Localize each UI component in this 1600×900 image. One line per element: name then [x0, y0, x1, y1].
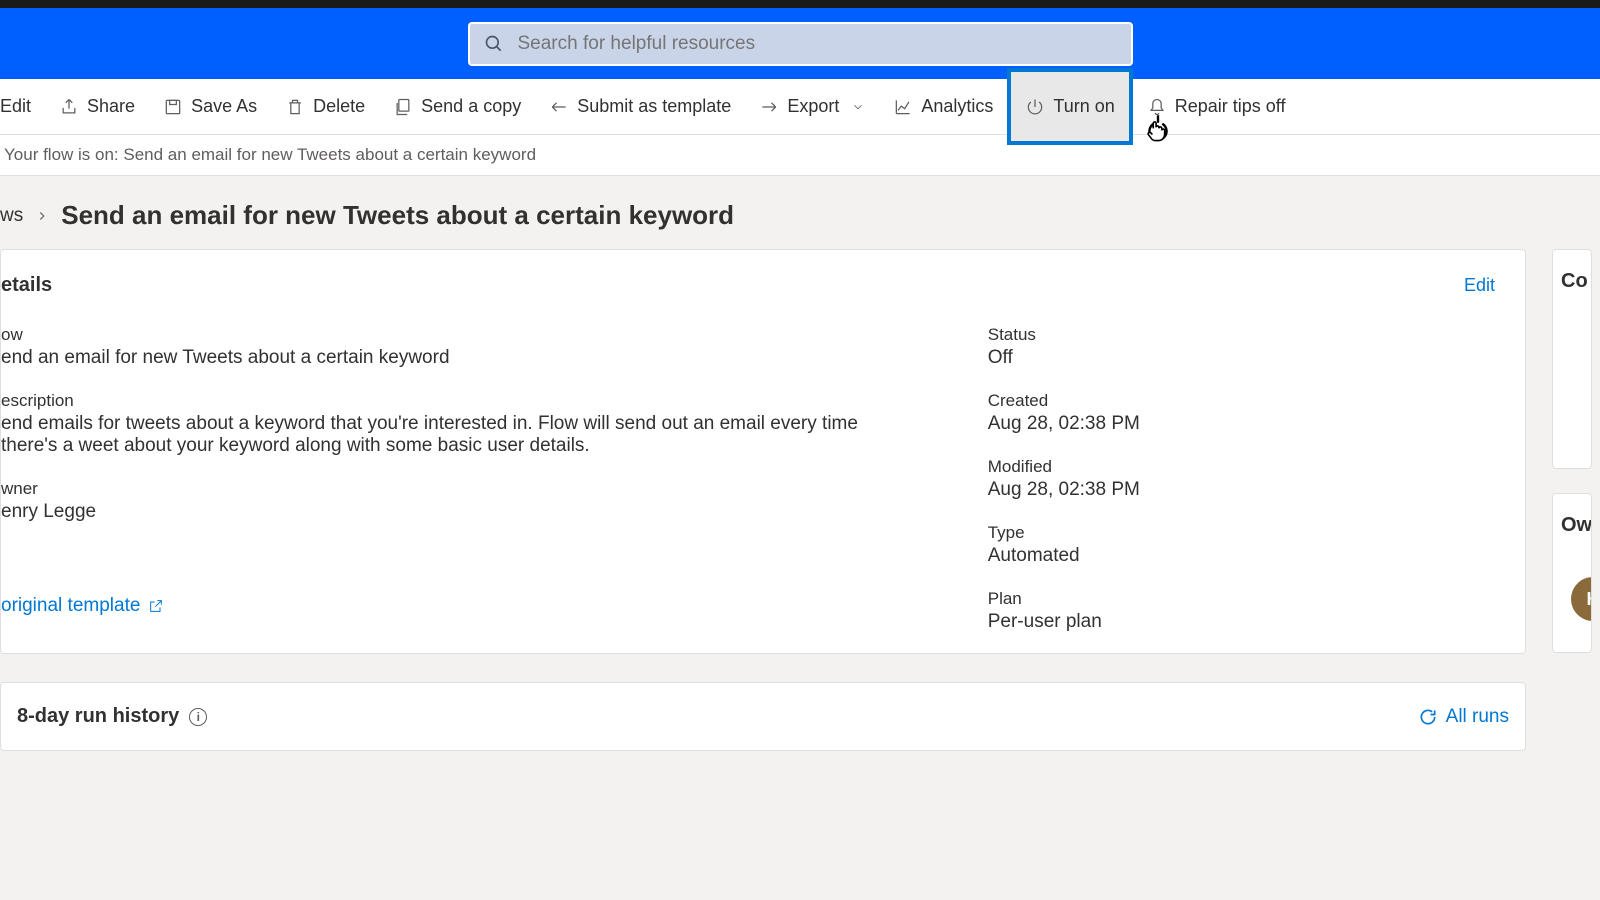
search-box[interactable] — [468, 22, 1133, 66]
side-panel: Co Ow H — [1552, 249, 1592, 654]
plan-value: Per-user plan — [988, 611, 1505, 633]
share-button[interactable]: Share — [45, 79, 149, 134]
export-icon — [759, 97, 779, 117]
analytics-button[interactable]: Analytics — [879, 79, 1007, 134]
chevron-down-icon — [851, 100, 865, 114]
share-label: Share — [87, 96, 135, 117]
trash-icon — [285, 97, 305, 117]
owner-field: wner enry Legge — [1, 479, 888, 523]
created-value: Aug 28, 02:38 PM — [988, 413, 1505, 435]
status-value: Off — [988, 347, 1505, 369]
chevron-right-icon — [35, 209, 49, 223]
export-label: Export — [787, 96, 839, 117]
description-field: escription end emails for tweets about a… — [1, 391, 888, 457]
save-icon — [163, 97, 183, 117]
turn-on-label: Turn on — [1053, 96, 1114, 117]
send-copy-label: Send a copy — [421, 96, 521, 117]
created-label: Created — [988, 391, 1505, 411]
repair-tips-label: Repair tips off — [1175, 96, 1286, 117]
content-area: etails Edit ow end an email for new Twee… — [0, 249, 1600, 654]
bell-icon — [1147, 97, 1167, 117]
created-field: Created Aug 28, 02:38 PM — [988, 391, 1505, 435]
search-input[interactable] — [518, 33, 1117, 55]
breadcrumb: ws Send an email for new Tweets about a … — [0, 176, 1600, 249]
owners-card: Ow H — [1552, 493, 1592, 653]
all-runs-link[interactable]: All runs — [1418, 706, 1509, 728]
run-history-title: 8-day run history i — [17, 705, 207, 728]
turn-on-button[interactable]: Turn on — [1007, 68, 1132, 145]
status-text: Your flow is on: Send an email for new T… — [4, 145, 536, 164]
breadcrumb-parent[interactable]: ws — [0, 205, 23, 227]
owner-avatar[interactable]: H — [1571, 577, 1592, 621]
analytics-label: Analytics — [921, 96, 993, 117]
submit-template-label: Submit as template — [577, 96, 731, 117]
power-icon — [1025, 97, 1045, 117]
repair-tips-button[interactable]: Repair tips off — [1133, 79, 1300, 134]
flow-label: ow — [1, 325, 888, 345]
external-link-icon — [148, 598, 164, 614]
submit-icon — [549, 97, 569, 117]
send-copy-button[interactable]: Send a copy — [379, 79, 535, 134]
export-button[interactable]: Export — [745, 79, 879, 134]
type-field: Type Automated — [988, 523, 1505, 567]
flow-value: end an email for new Tweets about a cert… — [1, 347, 888, 369]
refresh-icon — [1418, 707, 1438, 727]
flow-status-message: Your flow is on: Send an email for new T… — [0, 135, 1600, 176]
description-label: escription — [1, 391, 888, 411]
share-icon — [59, 97, 79, 117]
modified-label: Modified — [988, 457, 1505, 477]
owner-label: wner — [1, 479, 888, 499]
description-value: end emails for tweets about a keyword th… — [1, 413, 888, 457]
chart-icon — [893, 97, 913, 117]
edit-button[interactable]: Edit — [0, 79, 45, 134]
template-link-text: original template — [1, 595, 140, 617]
delete-button[interactable]: Delete — [271, 79, 379, 134]
connections-title: Co — [1561, 270, 1583, 293]
type-label: Type — [988, 523, 1505, 543]
details-section-title: etails — [1, 274, 52, 297]
save-as-button[interactable]: Save As — [149, 79, 271, 134]
save-as-label: Save As — [191, 96, 257, 117]
submit-template-button[interactable]: Submit as template — [535, 79, 745, 134]
details-card: etails Edit ow end an email for new Twee… — [0, 249, 1526, 654]
command-bar: Edit Share Save As Delete Send a copy Su… — [0, 79, 1600, 135]
page-title: Send an email for new Tweets about a cer… — [61, 200, 734, 231]
plan-field: Plan Per-user plan — [988, 589, 1505, 633]
delete-label: Delete — [313, 96, 365, 117]
owner-value: enry Legge — [1, 501, 888, 523]
modified-value: Aug 28, 02:38 PM — [988, 479, 1505, 501]
flow-field: ow end an email for new Tweets about a c… — [1, 325, 888, 369]
status-field: Status Off — [988, 325, 1505, 369]
edit-label: Edit — [0, 96, 31, 117]
history-title-text: 8-day run history — [17, 705, 179, 728]
copy-icon — [393, 97, 413, 117]
app-header — [0, 8, 1600, 79]
original-template-link[interactable]: original template — [1, 595, 888, 617]
all-runs-text: All runs — [1446, 706, 1509, 728]
plan-label: Plan — [988, 589, 1505, 609]
run-history-card: 8-day run history i All runs — [0, 682, 1526, 751]
type-value: Automated — [988, 545, 1505, 567]
owners-title: Ow — [1561, 514, 1583, 537]
browser-chrome-bar — [0, 0, 1600, 8]
modified-field: Modified Aug 28, 02:38 PM — [988, 457, 1505, 501]
status-label: Status — [988, 325, 1505, 345]
details-edit-link[interactable]: Edit — [1464, 275, 1505, 296]
info-icon[interactable]: i — [189, 708, 207, 726]
connections-card: Co — [1552, 249, 1592, 469]
search-icon — [484, 34, 504, 54]
